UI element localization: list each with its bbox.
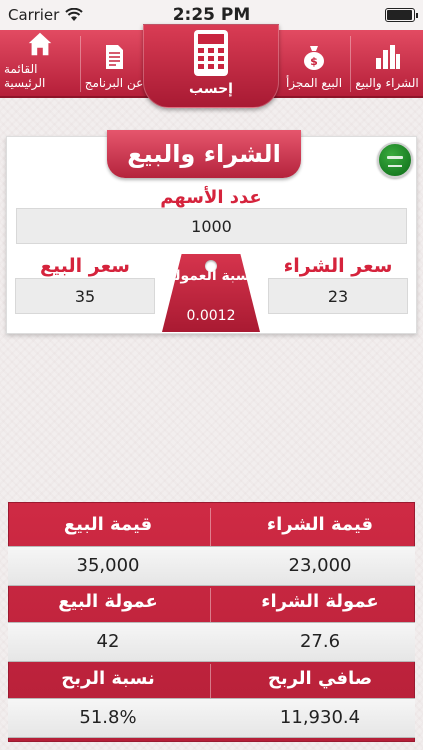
shares-label: عدد الأسهم [160,187,262,208]
tab-about-label: عن البرنامج [84,76,144,90]
sell-commission: 42 [96,631,120,652]
calculator-icon [194,30,228,76]
profit-ratio: 51.8% [79,707,137,728]
buy-commission: 27.6 [299,631,341,652]
saudi-flag-icon [377,142,413,178]
tab-buy-sell[interactable]: الشراء والبيع [352,30,422,98]
money-bag-icon: $ [304,46,324,70]
buy-commission-label: عمولة الشراء [261,591,379,612]
tab-home[interactable]: القائمة الرئيسية [4,30,76,98]
tab-profit-sale[interactable]: $ البيع المجزأ [280,30,348,98]
buy-value: 23,000 [288,555,352,576]
tab-about[interactable]: عن البرنامج [80,30,148,98]
battery-icon [385,8,418,22]
sell-value: 35,000 [76,555,140,576]
tab-home-label: القائمة الرئيسية [4,62,46,90]
bar-chart-icon [376,45,400,69]
shares-input[interactable]: 1000 [16,208,407,244]
tab-separator [350,36,351,92]
badge-hole [205,260,217,272]
sell-value-label: قيمة البيع [63,514,153,535]
home-icon [28,32,52,56]
status-time: 2:25 PM [172,5,251,25]
divider [210,508,211,550]
buy-price-label: سعر الشراء [283,255,393,277]
tab-calculate[interactable]: إحسب [143,24,279,108]
commission-input[interactable]: 0.0012 [176,308,246,324]
tab-profit-sale-label: البيع المجزأ [285,76,343,90]
net-profit: 11,930.4 [279,707,361,728]
battery-fill [387,10,412,20]
document-icon [106,45,123,69]
svg-text:$: $ [310,55,318,68]
sell-price-label: سعر البيع [40,255,130,277]
card-title: الشراء والبيع [107,130,301,178]
buy-value-label: قيمة الشراء [266,514,374,535]
sell-commission-label: عمولة البيع [58,591,158,612]
tab-calculate-label: إحسب [189,81,233,97]
buy-price-input[interactable]: 23 [268,278,408,314]
net-profit-label: صافي الربح [267,668,373,689]
sell-price-input[interactable]: 35 [15,278,155,314]
profit-ratio-label: نسبة الربح [61,668,155,689]
tab-buy-sell-label: الشراء والبيع [355,76,419,90]
